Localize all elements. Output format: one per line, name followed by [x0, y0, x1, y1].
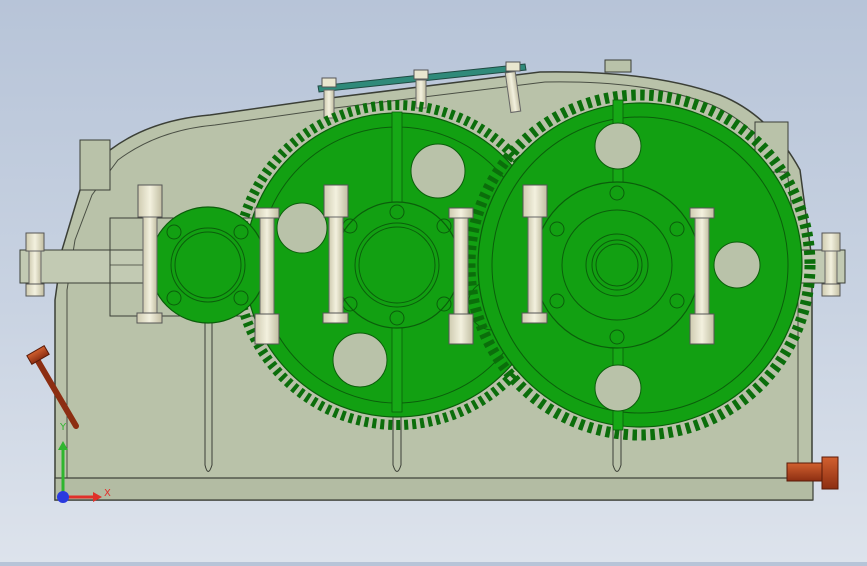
input-shaft-hub — [149, 206, 267, 324]
intermediate-shaft-hub — [333, 201, 461, 329]
flange-bolt-right — [821, 232, 841, 297]
cad-viewport[interactable]: Y X — [0, 0, 867, 562]
x-axis-label: X — [104, 488, 111, 499]
flange-bolt-left — [25, 232, 45, 297]
z-axis-dot — [57, 491, 69, 503]
y-axis-label: Y — [59, 422, 67, 433]
output-shaft-hub — [533, 181, 701, 349]
housing-base — [54, 477, 814, 501]
gearbox-model[interactable]: Y X — [0, 0, 867, 562]
